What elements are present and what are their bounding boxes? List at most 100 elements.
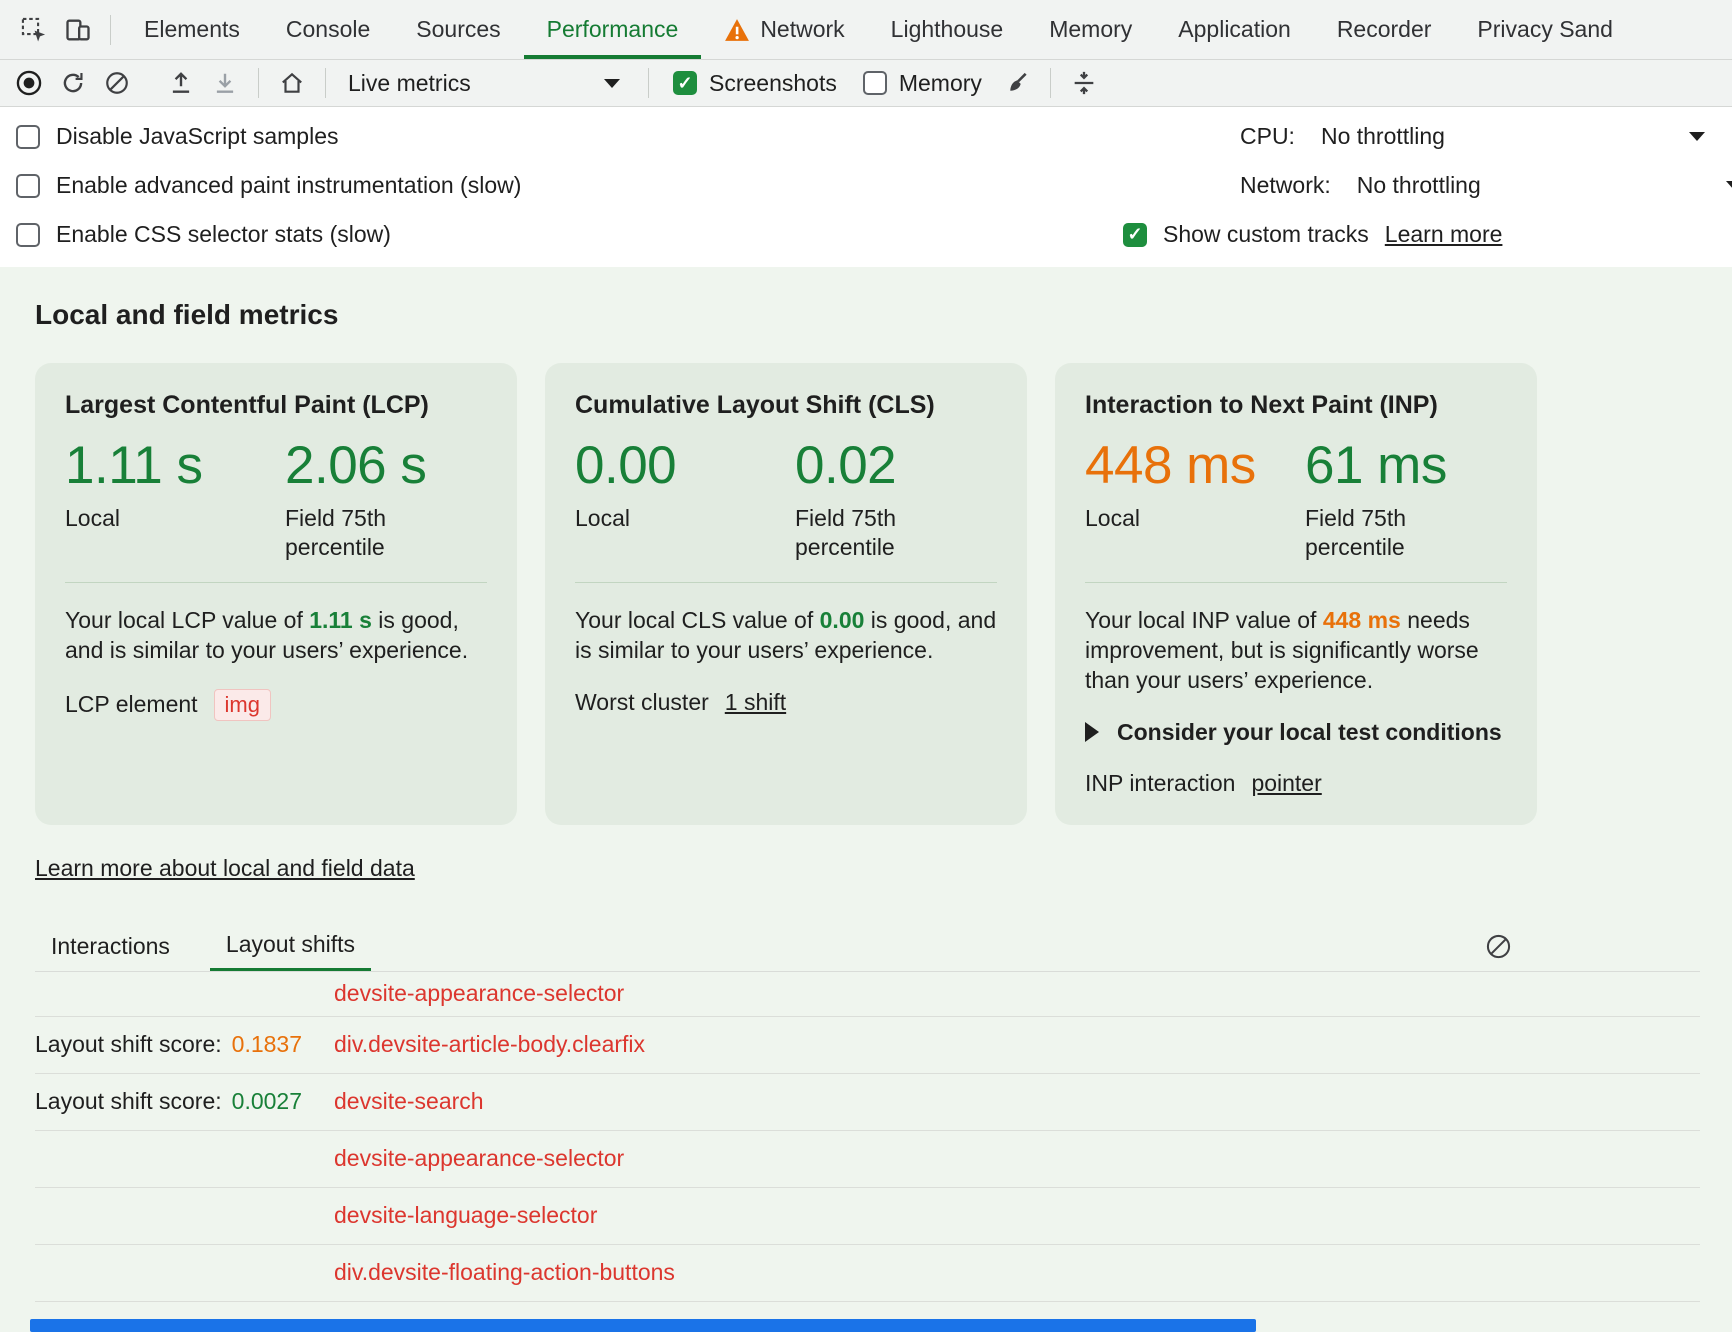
screenshots-checkbox[interactable]: Screenshots (661, 70, 849, 97)
lcp-element-label: LCP element (65, 691, 198, 718)
node-link[interactable]: devsite-appearance-selector (334, 980, 624, 1007)
device-toolbar-button[interactable] (56, 9, 100, 51)
custom-tracks-learn-more-link[interactable]: Learn more (1385, 221, 1503, 248)
inp-interaction-link[interactable]: pointer (1251, 770, 1321, 797)
inp-description: Your local INP value of 448 ms needs imp… (1085, 605, 1507, 695)
lcp-element-node-badge[interactable]: img (214, 689, 271, 721)
node-link[interactable]: devsite-appearance-selector (334, 1145, 624, 1172)
expand-triangle-icon (1085, 722, 1099, 742)
checkbox-checked-icon (673, 71, 697, 95)
score-label: Layout shift score: (35, 1031, 222, 1058)
reload-and-record-button[interactable] (52, 63, 94, 103)
tab-network[interactable]: Network (701, 0, 867, 59)
cpu-throttling-select[interactable]: CPU: No throttling (1123, 123, 1732, 150)
inp-local-value: 448 ms (1085, 438, 1305, 494)
live-metrics-view: Local and field metrics Largest Contentf… (0, 267, 1732, 1332)
device-toolbar-icon (64, 16, 92, 44)
lcp-local-value: 1.11 s (65, 438, 285, 494)
metric-cards: Largest Contentful Paint (LCP) 1.11 s Lo… (35, 363, 1697, 825)
worst-cluster-label: Worst cluster (575, 689, 709, 716)
separator (110, 15, 111, 45)
tab-console[interactable]: Console (263, 0, 393, 59)
clear-icon (104, 70, 130, 96)
collapse-panel-button[interactable] (1063, 63, 1105, 103)
save-profile-button[interactable] (204, 63, 246, 103)
inp-field-value: 61 ms (1305, 438, 1507, 494)
home-button[interactable] (271, 63, 313, 103)
separator (648, 68, 649, 98)
clear-button[interactable] (96, 63, 138, 103)
css-selector-stats-checkbox[interactable]: Enable CSS selector stats (slow) (16, 221, 1123, 248)
upload-icon (168, 70, 194, 96)
layout-shift-row[interactable]: devsite-appearance-selector (35, 1131, 1700, 1188)
garbage-collect-button[interactable] (996, 63, 1038, 103)
clear-icon (1485, 933, 1512, 960)
tab-application[interactable]: Application (1155, 0, 1314, 59)
inspect-element-button[interactable] (12, 9, 56, 51)
checkbox-checked-icon[interactable] (1123, 223, 1147, 247)
memory-checkbox[interactable]: Memory (851, 70, 994, 97)
tab-recorder[interactable]: Recorder (1314, 0, 1455, 59)
learn-more-local-field-link[interactable]: Learn more about local and field data (35, 855, 415, 882)
cls-field-value: 0.02 (795, 438, 997, 494)
worst-cluster-link[interactable]: 1 shift (725, 689, 786, 716)
divider (65, 582, 487, 583)
separator (258, 68, 259, 98)
dropdown-caret-icon (1726, 181, 1732, 190)
layout-shift-row[interactable]: div.devsite-floating-action-buttons (35, 1245, 1700, 1302)
divider (575, 582, 997, 583)
network-throttling-select[interactable]: Network: No throttling (1123, 172, 1732, 199)
collapse-icon (1070, 69, 1098, 97)
horizontal-scrollbar-thumb[interactable] (30, 1319, 1256, 1332)
dropdown-caret-icon (604, 79, 620, 88)
consider-local-conditions-expander[interactable]: Consider your local test conditions (1085, 719, 1507, 746)
layout-shift-row[interactable]: devsite-appearance-selector (35, 972, 1700, 1017)
node-link[interactable]: devsite-search (334, 1088, 484, 1115)
download-icon (212, 70, 238, 96)
record-button[interactable] (8, 63, 50, 103)
tab-layout-shifts[interactable]: Layout shifts (210, 922, 371, 971)
layout-shifts-log: devsite-appearance-selector Layout shift… (0, 972, 1732, 1302)
score-label: Layout shift score: (35, 1088, 222, 1115)
dropdown-caret-icon (1689, 132, 1705, 141)
lcp-card: Largest Contentful Paint (LCP) 1.11 s Lo… (35, 363, 517, 825)
node-link[interactable]: devsite-language-selector (334, 1202, 597, 1229)
checkbox-unchecked-icon (16, 125, 40, 149)
tab-elements[interactable]: Elements (121, 0, 263, 59)
home-icon (279, 70, 305, 96)
page-title: Local and field metrics (35, 299, 1732, 331)
warning-icon (724, 18, 750, 42)
tab-sources[interactable]: Sources (393, 0, 523, 59)
inspect-icon (20, 16, 48, 44)
separator (325, 68, 326, 98)
layout-shift-row[interactable]: Layout shift score: 0.0027 devsite-searc… (35, 1074, 1700, 1131)
clear-log-button[interactable] (1476, 925, 1520, 967)
devtools-tabbar: Elements Console Sources Performance Net… (0, 0, 1732, 60)
tab-lighthouse[interactable]: Lighthouse (868, 0, 1027, 59)
live-metrics-select[interactable]: Live metrics (338, 64, 636, 102)
node-link[interactable]: div.devsite-article-body.clearfix (334, 1031, 645, 1058)
advanced-paint-instrumentation-checkbox[interactable]: Enable advanced paint instrumentation (s… (16, 172, 1123, 199)
tab-memory[interactable]: Memory (1026, 0, 1155, 59)
card-title: Interaction to Next Paint (INP) (1085, 391, 1507, 420)
node-link[interactable]: div.devsite-floating-action-buttons (334, 1259, 675, 1286)
checkbox-unchecked-icon (16, 174, 40, 198)
disable-js-samples-checkbox[interactable]: Disable JavaScript samples (16, 123, 1123, 150)
layout-shift-row[interactable]: Layout shift score: 0.1837 div.devsite-a… (35, 1017, 1700, 1074)
tab-performance[interactable]: Performance (524, 0, 702, 59)
reload-icon (60, 70, 86, 96)
load-profile-button[interactable] (160, 63, 202, 103)
record-icon (15, 69, 43, 97)
inp-interaction-label: INP interaction (1085, 770, 1235, 797)
score-value: 0.0027 (232, 1088, 302, 1115)
layout-shift-row[interactable]: devsite-language-selector (35, 1188, 1700, 1245)
lcp-description: Your local LCP value of 1.11 s is good, … (65, 605, 487, 665)
checkbox-unchecked-icon (863, 71, 887, 95)
capture-settings-pane: Disable JavaScript samples CPU: No throt… (0, 107, 1732, 267)
card-title: Cumulative Layout Shift (CLS) (575, 391, 997, 420)
devtools-window: Elements Console Sources Performance Net… (0, 0, 1732, 1332)
log-tabbar: Interactions Layout shifts (35, 922, 1700, 972)
cls-local-value: 0.00 (575, 438, 795, 494)
tab-privacy-sandbox[interactable]: Privacy Sand (1454, 0, 1636, 59)
tab-interactions[interactable]: Interactions (35, 922, 186, 971)
